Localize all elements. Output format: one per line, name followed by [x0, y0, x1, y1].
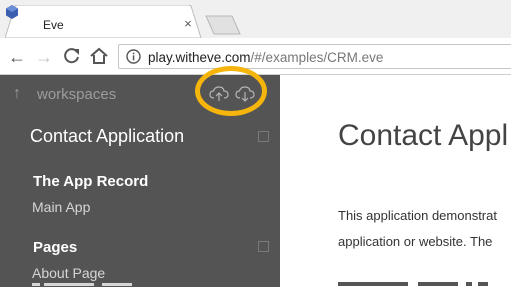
reload-glyph: [64, 48, 79, 64]
cutoff-paragraph-fragment: [338, 282, 488, 286]
eve-favicon-icon: [6, 5, 18, 19]
cutoff-text-fragment: [32, 283, 132, 286]
section-heading-pages[interactable]: Pages: [33, 239, 77, 256]
browser-tab[interactable]: Eve ×: [5, 5, 202, 38]
sidebar-item-about-page[interactable]: About Page: [32, 265, 105, 281]
main-content: Contact Appl This application demonstrat…: [280, 75, 511, 287]
paragraph-line-2: application or website. The: [338, 234, 493, 249]
url-path: /#/examples/CRM.eve: [250, 50, 384, 65]
info-icon[interactable]: [126, 49, 141, 64]
app-title[interactable]: Contact Application: [30, 126, 184, 146]
reload-icon[interactable]: [62, 47, 82, 67]
sidebar-item-main-app[interactable]: Main App: [32, 199, 90, 215]
url-text: play.witheve.com/#/examples/CRM.eve: [148, 50, 383, 65]
url-host: play.witheve.com: [148, 50, 251, 65]
up-arrow-icon[interactable]: ↑: [13, 85, 21, 103]
tab-shape: [5, 5, 202, 38]
section-heading-app-record[interactable]: The App Record: [33, 173, 148, 190]
tab-title: Eve: [43, 18, 64, 32]
tab-strip: Eve ×: [0, 0, 511, 38]
address-bar[interactable]: play.witheve.com/#/examples/CRM.eve: [118, 44, 511, 69]
sidebar: ↑ workspaces Contact Application The App…: [0, 66, 280, 287]
cloud-download-icon[interactable]: [235, 86, 255, 102]
browser-toolbar: ← → play.witheve.com/#/examples/CRM.eve: [0, 38, 511, 75]
forward-icon[interactable]: →: [34, 47, 54, 67]
checkbox-icon[interactable]: [258, 131, 269, 142]
tab-close-icon[interactable]: ×: [181, 17, 195, 31]
home-icon[interactable]: [89, 46, 109, 66]
paragraph-line-1: This application demonstrat: [338, 208, 497, 223]
checkbox-icon[interactable]: [258, 241, 269, 252]
workspaces-label[interactable]: workspaces: [37, 86, 116, 103]
back-icon[interactable]: ←: [7, 47, 27, 67]
page-title: Contact Appl: [338, 119, 509, 152]
home-glyph: [90, 47, 108, 64]
cloud-upload-icon[interactable]: [209, 86, 229, 102]
new-tab-button[interactable]: [205, 15, 241, 35]
